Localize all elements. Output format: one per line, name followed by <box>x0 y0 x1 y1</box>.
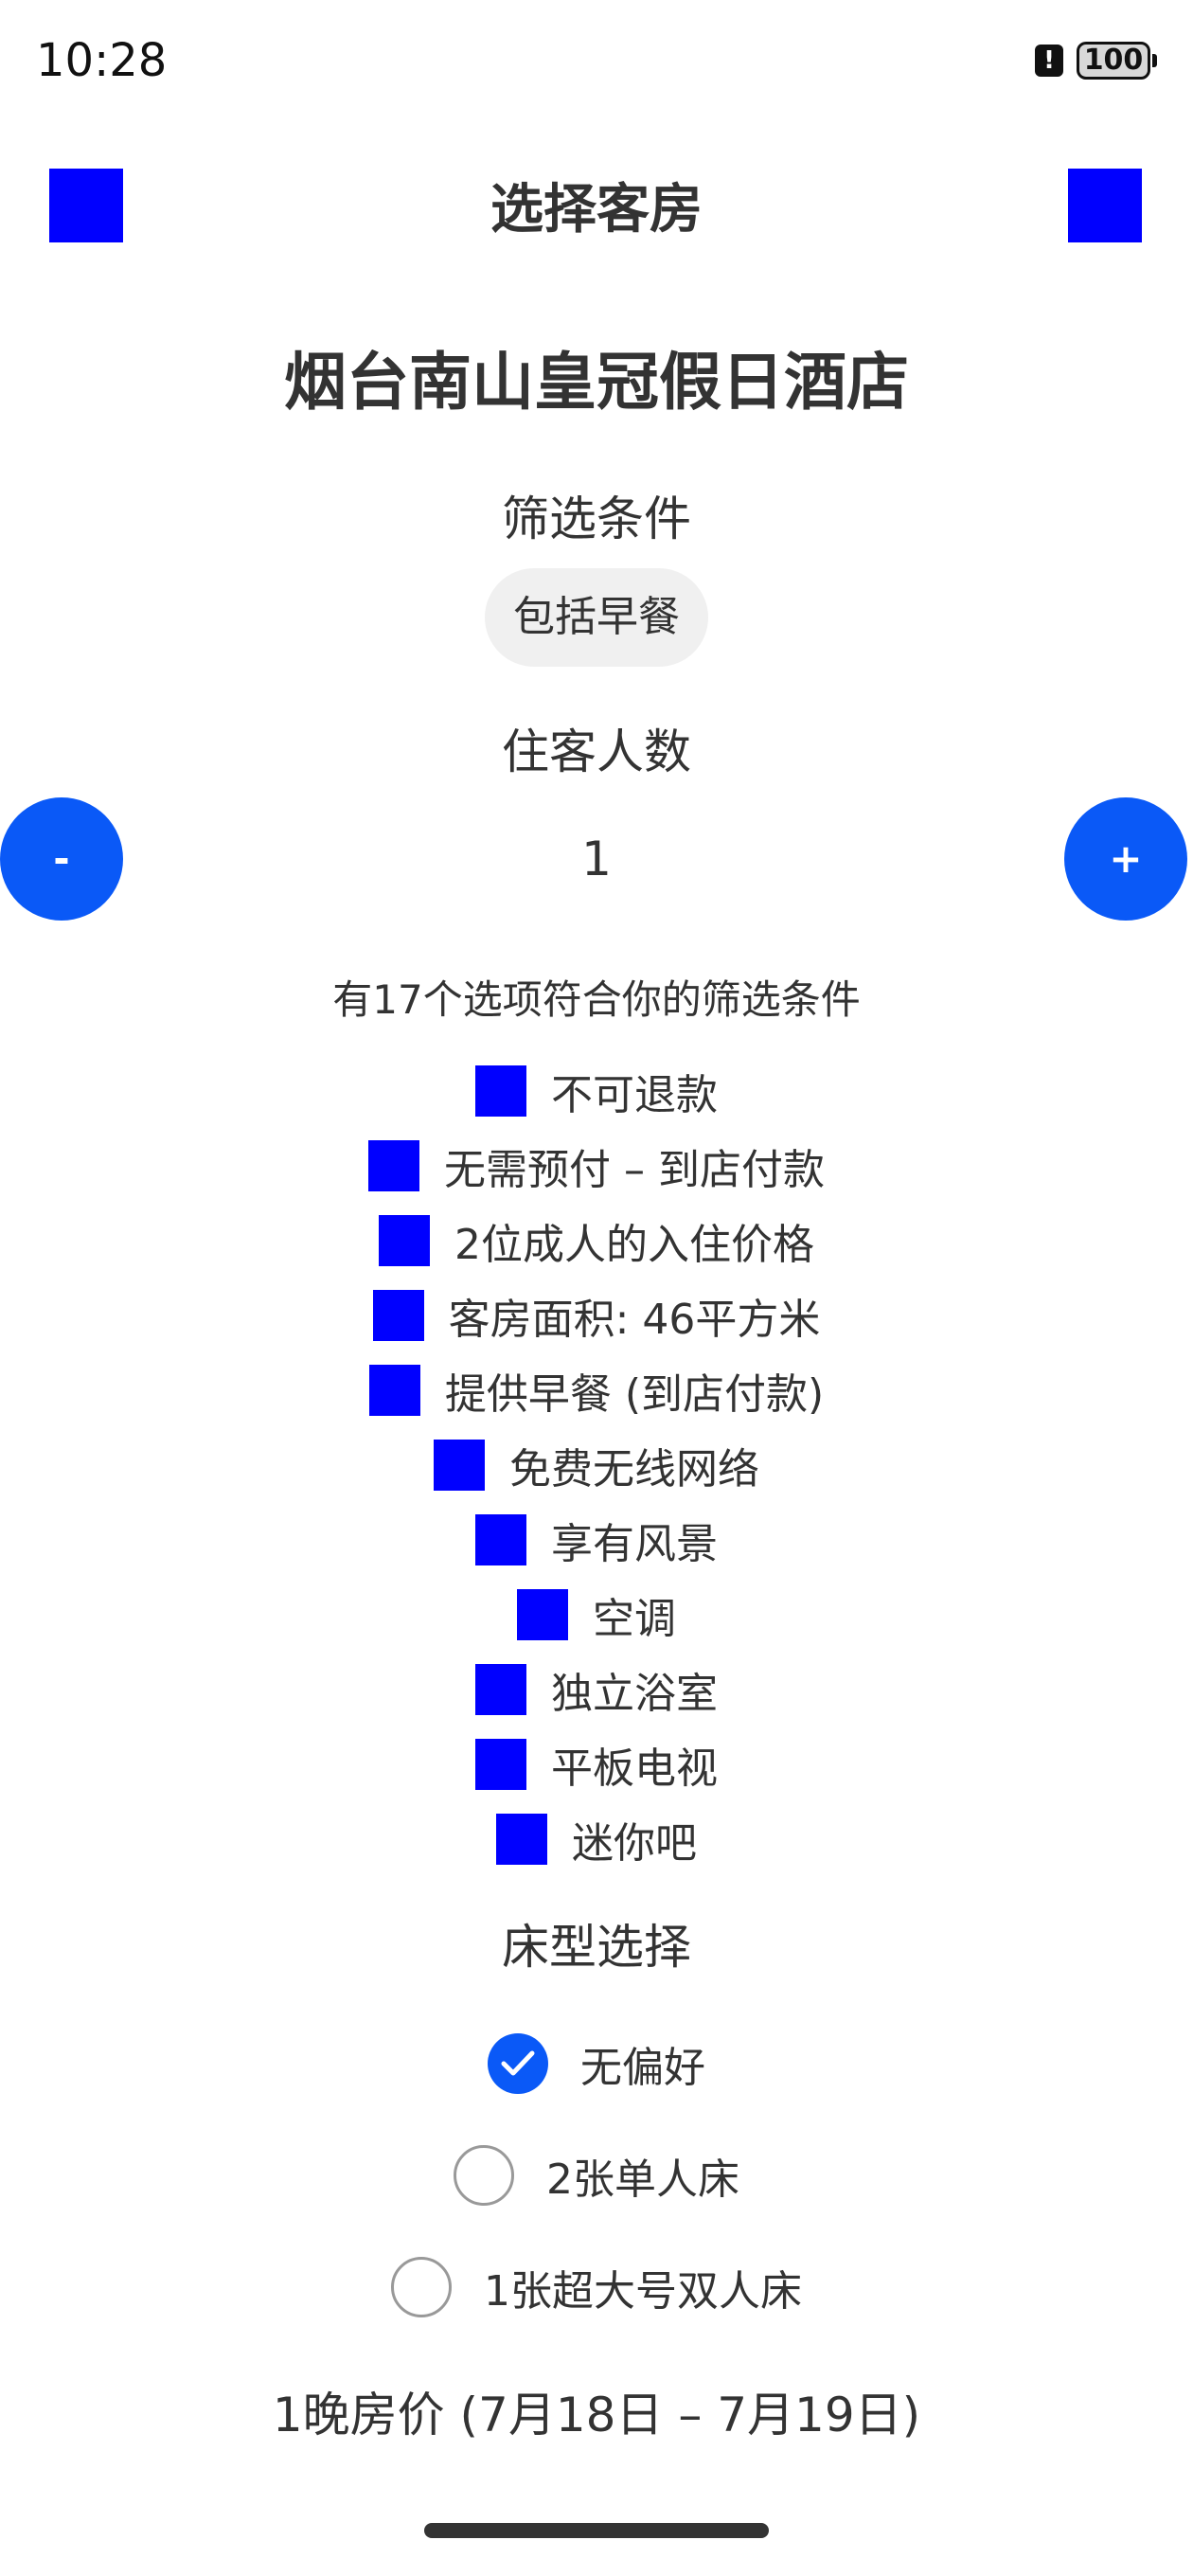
feature-item: 不可退款 <box>0 1058 1193 1124</box>
bed-option-label: 无偏好 <box>580 2044 705 2092</box>
feature-icon <box>368 1140 419 1191</box>
radio-unchecked-icon[interactable] <box>391 2257 452 2317</box>
guests-heading: 住客人数 <box>502 724 691 779</box>
feature-icon <box>517 1589 568 1640</box>
feature-label: 空调 <box>593 1595 676 1643</box>
feature-label: 提供早餐 (到店付款) <box>444 1370 825 1419</box>
feature-item: 无需预付 – 到店付款 <box>0 1133 1193 1199</box>
feature-item: 提供早餐 (到店付款) <box>0 1357 1193 1423</box>
feature-icon <box>368 1365 420 1416</box>
battery-icon: 100 <box>1077 42 1157 80</box>
radio-checked-icon[interactable] <box>488 2033 548 2094</box>
bed-option-twin[interactable]: 2张单人床 <box>0 2142 1193 2209</box>
feature-item: 独立浴室 <box>0 1656 1193 1723</box>
status-time: 10:28 <box>36 34 168 87</box>
feature-label: 不可退款 <box>551 1071 718 1119</box>
feature-icon <box>372 1290 424 1341</box>
hotel-name: 烟台南山皇冠假日酒店 <box>284 346 909 419</box>
bed-option-label: 1张超大号双人床 <box>484 2267 802 2316</box>
feature-icon <box>379 1215 430 1266</box>
bed-option-king[interactable]: 1张超大号双人床 <box>0 2254 1193 2320</box>
bed-option-label: 2张单人床 <box>546 2156 739 2204</box>
alert-icon: ! <box>1035 45 1063 77</box>
feature-item: 享有风景 <box>0 1507 1193 1573</box>
feature-icon <box>434 1440 485 1491</box>
feature-item: 迷你吧 <box>0 1806 1193 1872</box>
feature-item: 客房面积: 46平方米 <box>0 1282 1193 1349</box>
feature-item: 空调 <box>0 1582 1193 1648</box>
feature-label: 享有风景 <box>551 1520 718 1568</box>
feature-icon <box>496 1814 547 1865</box>
feature-label: 无需预付 – 到店付款 <box>444 1146 825 1194</box>
feature-label: 平板电视 <box>551 1744 718 1793</box>
radio-unchecked-icon[interactable] <box>454 2145 514 2206</box>
battery-level: 100 <box>1077 42 1150 80</box>
page-title: 选择客房 <box>490 179 703 241</box>
feature-label: 迷你吧 <box>572 1819 697 1868</box>
battery-tip <box>1152 54 1157 67</box>
feature-item: 2位成人的入住价格 <box>0 1208 1193 1274</box>
match-count-text: 有17个选项符合你的筛选条件 <box>332 976 861 1023</box>
filter-chip-breakfast[interactable]: 包括早餐 <box>485 568 708 667</box>
feature-item: 免费无线网络 <box>0 1432 1193 1498</box>
filters-heading: 筛选条件 <box>502 492 691 546</box>
increase-guests-button[interactable]: + <box>1064 797 1187 921</box>
feature-icon <box>475 1065 526 1117</box>
feature-icon <box>475 1739 526 1790</box>
feature-label: 免费无线网络 <box>509 1445 759 1494</box>
more-icon[interactable] <box>1068 169 1142 242</box>
feature-label: 2位成人的入住价格 <box>454 1221 814 1269</box>
bed-option-no-preference[interactable]: 无偏好 <box>0 2030 1193 2097</box>
feature-icon <box>475 1664 526 1715</box>
feature-item: 平板电视 <box>0 1731 1193 1798</box>
price-heading: 1晚房价 (7月18日 – 7月19日) <box>272 2388 921 2442</box>
bed-type-heading: 床型选择 <box>502 1920 691 1975</box>
status-icons: ! 100 <box>1035 42 1157 80</box>
home-indicator[interactable] <box>424 2523 769 2538</box>
feature-icon <box>475 1514 526 1565</box>
feature-label: 客房面积: 46平方米 <box>448 1296 821 1344</box>
feature-label: 独立浴室 <box>551 1670 718 1718</box>
guest-count: 1 <box>581 832 612 886</box>
